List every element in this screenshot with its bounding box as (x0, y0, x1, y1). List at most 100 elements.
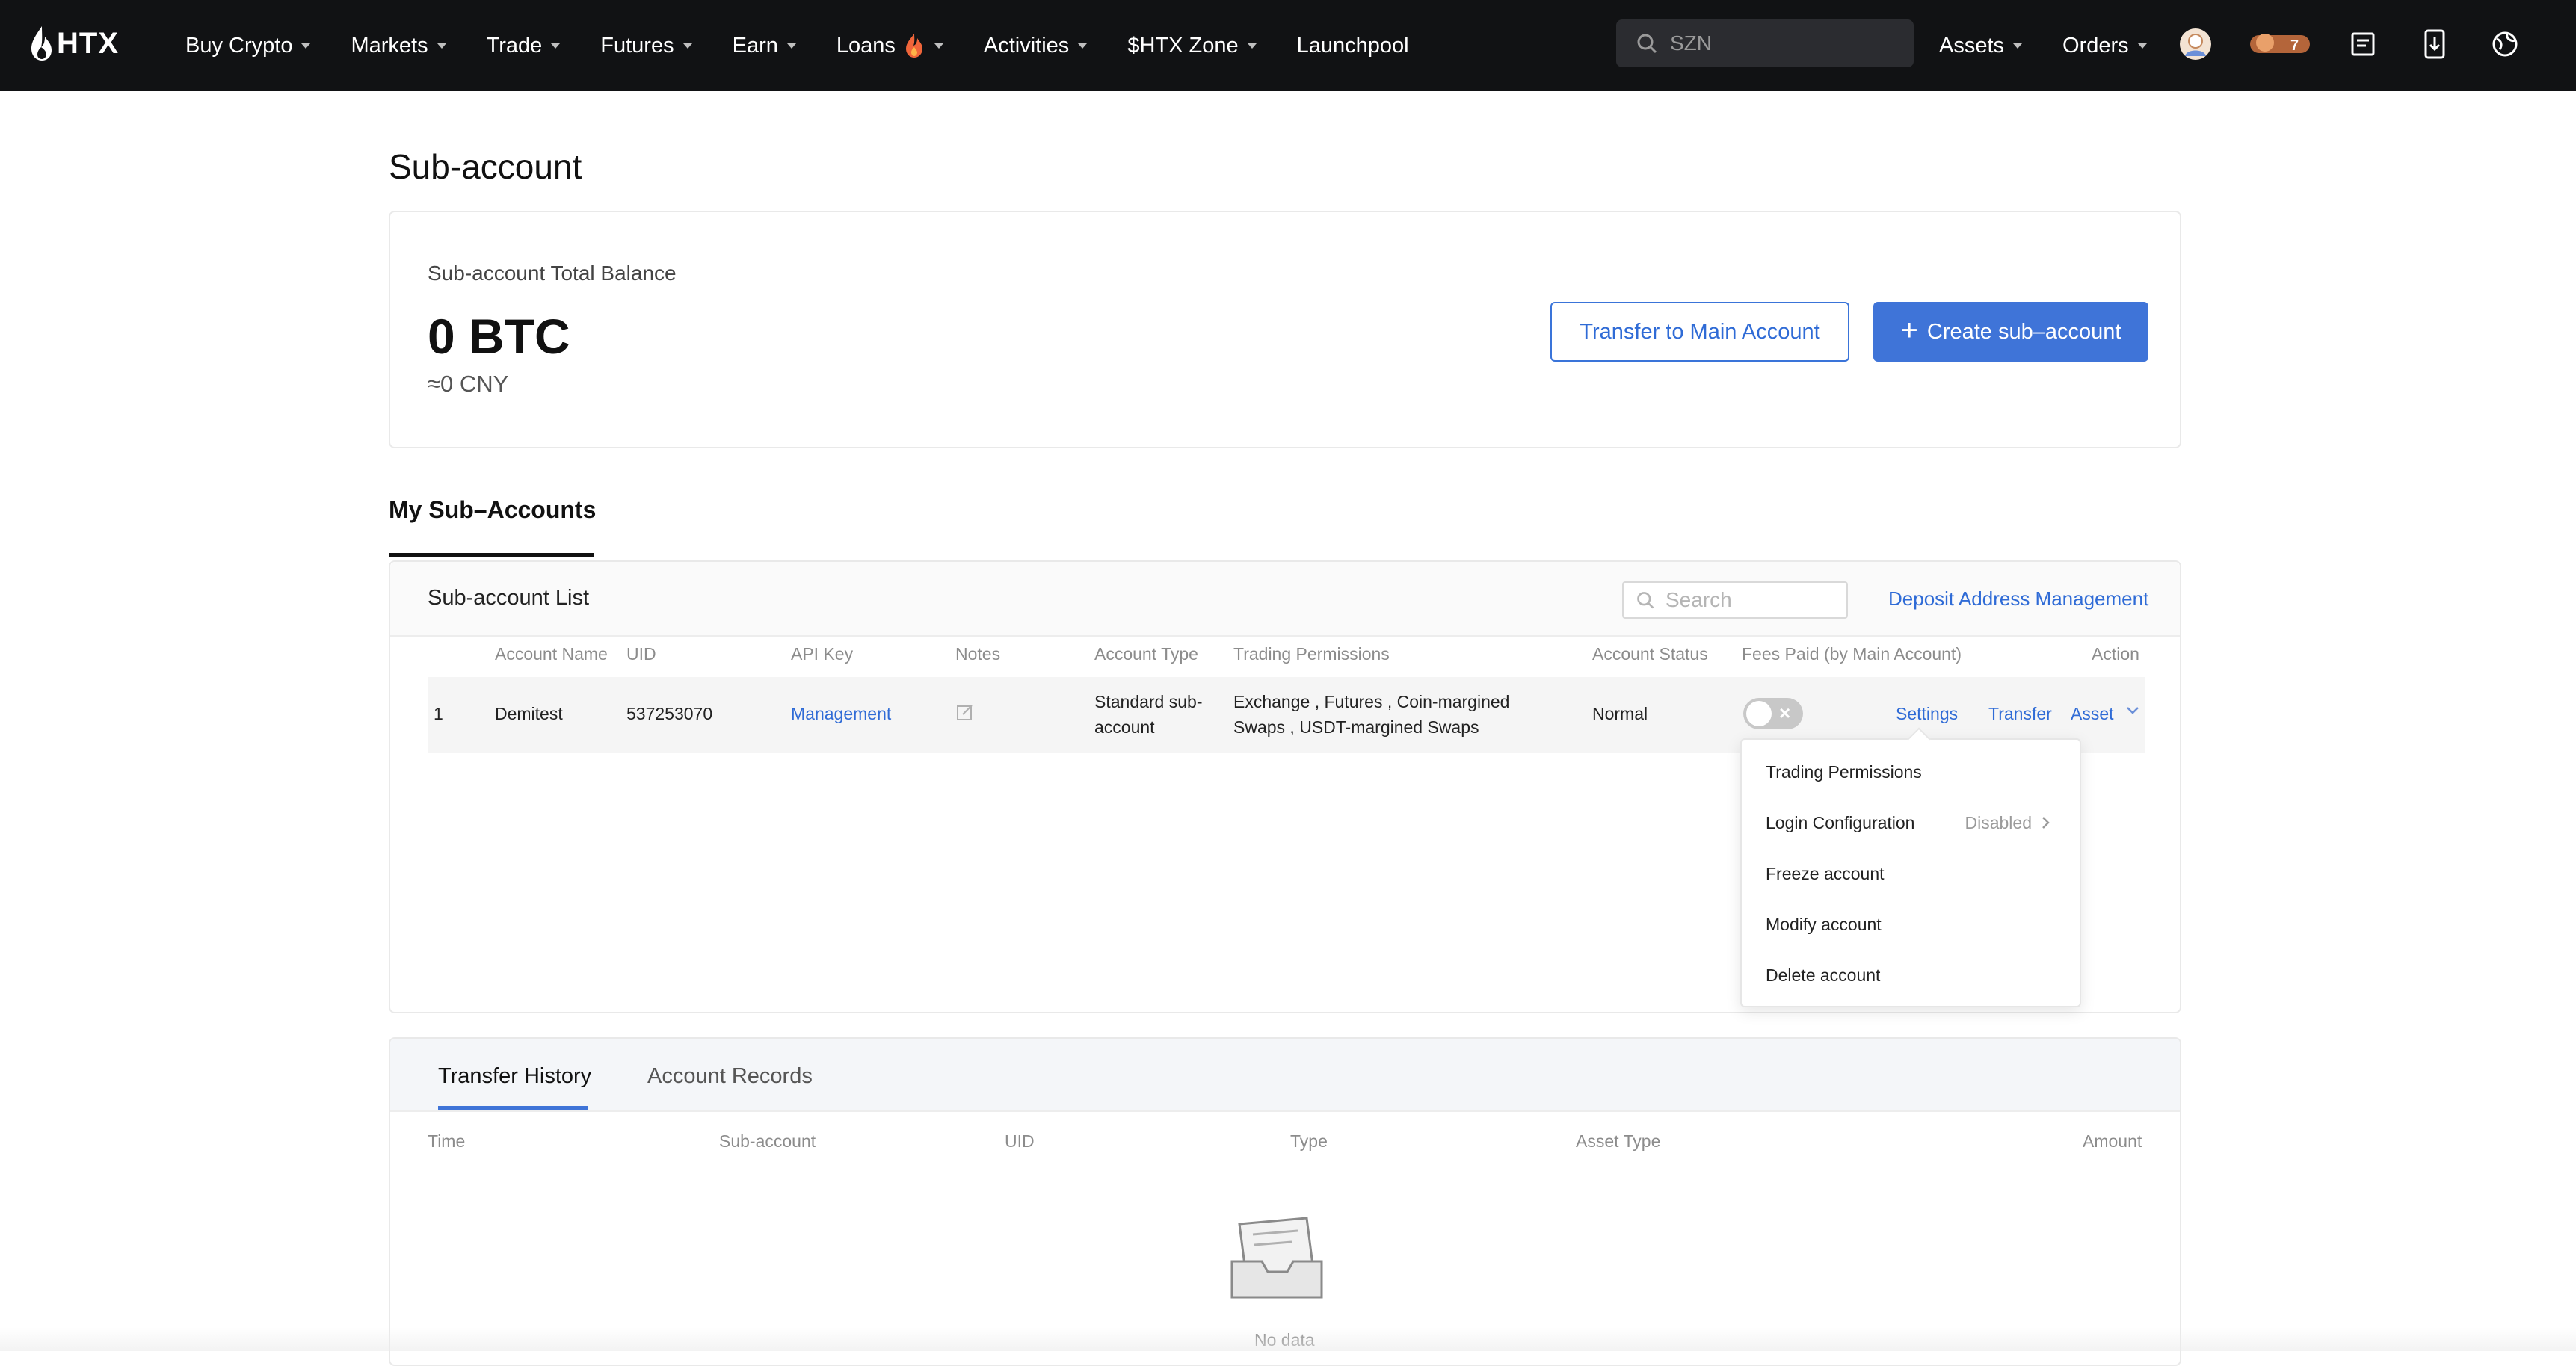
col-trading-permissions: Trading Permissions (1233, 644, 1390, 664)
edit-icon (957, 705, 973, 720)
row-index: 1 (434, 704, 443, 723)
badge-chip[interactable]: 7 (2247, 27, 2313, 61)
nav-right: Assets Orders (1939, 0, 2187, 91)
menu-modify-account[interactable]: Modify account (1766, 915, 1882, 935)
page-title: Sub-account (389, 147, 582, 186)
main-menu: Buy Crypto Markets Trade Futures Earn Lo… (185, 0, 1409, 91)
badge-count: 7 (2290, 37, 2299, 54)
menu-trade[interactable]: Trade (487, 34, 561, 58)
menu-label: Futures (600, 33, 674, 58)
api-key-management-link[interactable]: Management (791, 704, 891, 724)
asset-expand-button[interactable] (2124, 702, 2141, 723)
empty-state-text: No data (1254, 1330, 1315, 1350)
row-permissions-line2: Swaps , USDT-margined Swaps (1233, 717, 1479, 737)
caret-down-icon (2137, 43, 2147, 49)
tab-my-subaccounts[interactable]: My Sub–Accounts (389, 496, 596, 524)
plus-icon: + (1900, 314, 1918, 347)
login-config-status: Disabled (1965, 813, 2033, 832)
menu-label: Earn (732, 33, 778, 58)
menu-buy-crypto[interactable]: Buy Crypto (185, 34, 311, 58)
menu-activities[interactable]: Activities (983, 33, 1088, 58)
balance-label: Sub-account Total Balance (428, 262, 677, 285)
fees-paid-toggle[interactable]: × (1743, 698, 1803, 729)
create-subaccount-label: Create sub–account (1926, 319, 2121, 344)
search-icon (1637, 34, 1657, 54)
col-fees-paid: Fees Paid (by Main Account) (1742, 644, 1962, 664)
deposit-address-link[interactable]: Deposit Address Management (1888, 587, 2148, 611)
asset-action[interactable]: Asset (2071, 704, 2114, 724)
row-permissions-line1: Exchange , Futures , Coin-margined (1233, 692, 1510, 711)
htx-logo[interactable]: HTX (28, 21, 119, 66)
col-account-status: Account Status (1592, 644, 1708, 664)
tab-account-records[interactable]: Account Records (647, 1064, 813, 1089)
tab-transfer-history[interactable]: Transfer History (438, 1064, 591, 1089)
menu-freeze-account[interactable]: Freeze account (1766, 864, 1885, 884)
menu-trading-permissions[interactable]: Trading Permissions (1766, 762, 1922, 782)
col-asset-type: Asset Type (1576, 1131, 1661, 1151)
nav-search[interactable] (1616, 19, 1914, 67)
notes-icon (2351, 32, 2375, 56)
row-status: Normal (1592, 704, 1648, 723)
col-action: Action (2092, 644, 2139, 664)
edit-notes-button[interactable] (955, 702, 975, 726)
caret-down-icon (1078, 43, 1088, 49)
menu-launchpool[interactable]: Launchpool (1297, 34, 1409, 58)
toggle-knob (1746, 701, 1772, 726)
col-account-name: Account Name (495, 644, 608, 664)
language-button[interactable] (2488, 27, 2522, 61)
menu-orders[interactable]: Orders (2062, 34, 2147, 58)
flame-icon (905, 34, 922, 58)
col-uid: UID (626, 644, 656, 664)
menu-label: Assets (1939, 33, 2005, 58)
balance-value: 0 BTC (428, 309, 570, 364)
caret-down-icon (786, 43, 796, 49)
badge-icon: 7 (2250, 34, 2310, 54)
menu-markets[interactable]: Markets (351, 34, 446, 58)
menu-label: Activities (983, 33, 1070, 58)
subaccount-tabs: My Sub–Accounts (389, 496, 596, 557)
menu-htx-zone[interactable]: $HTX Zone (1127, 33, 1257, 58)
create-subaccount-button[interactable]: + Create sub–account (1873, 302, 2148, 362)
menu-label: $HTX Zone (1127, 33, 1239, 58)
history-tabbar: Transfer History Account Records (390, 1039, 2180, 1112)
row-account-type-line1: Standard sub- (1094, 692, 1203, 711)
menu-delete-account[interactable]: Delete account (1766, 965, 1880, 986)
caret-down-icon (934, 43, 943, 49)
top-nav: HTX Buy Crypto Markets Trade Futures Ear… (0, 0, 2576, 91)
col-api-key: API Key (791, 644, 854, 664)
list-search-input[interactable] (1664, 587, 1846, 613)
menu-label: Markets (351, 33, 428, 58)
menu-futures[interactable]: Futures (600, 33, 692, 58)
menu-earn[interactable]: Earn (733, 34, 796, 58)
empty-inbox-icon (1230, 1217, 1323, 1299)
caret-down-icon (1247, 43, 1257, 49)
nav-search-input[interactable] (1668, 31, 1911, 56)
col-sub-account: Sub-account (719, 1131, 816, 1151)
avatar-icon (2180, 28, 2211, 60)
transfer-to-main-button[interactable]: Transfer to Main Account (1550, 302, 1849, 362)
settings-dropdown: Trading Permissions Login Configuration … (1740, 727, 2081, 1007)
col-time: Time (428, 1131, 466, 1151)
download-button[interactable] (2418, 27, 2452, 61)
transfer-action[interactable]: Transfer (1988, 704, 2052, 724)
settings-action[interactable]: Settings (1896, 704, 1958, 724)
balance-approx: ≈0 CNY (428, 371, 509, 397)
list-header: Sub-account List Deposit Address Managem… (390, 562, 2180, 637)
menu-assets[interactable]: Assets (1939, 33, 2023, 58)
history-card: Transfer History Account Records Time Su… (389, 1037, 2181, 1366)
menu-loans[interactable]: Loans (836, 33, 943, 58)
search-icon (1637, 592, 1654, 609)
avatar[interactable] (2178, 27, 2213, 61)
col-type: Type (1290, 1131, 1328, 1151)
row-account-type-line2: account (1094, 717, 1155, 737)
notes-button[interactable] (2346, 27, 2380, 61)
caret-down-icon (551, 43, 561, 49)
col-account-type: Account Type (1094, 644, 1198, 664)
col-notes: Notes (955, 644, 1001, 664)
menu-label: Orders (2062, 33, 2129, 58)
menu-login-configuration[interactable]: Login Configuration (1766, 813, 1914, 833)
tab-active-indicator (438, 1106, 588, 1110)
list-search[interactable] (1622, 581, 1848, 619)
col-amount: Amount (2083, 1131, 2142, 1151)
caret-down-icon (301, 43, 311, 49)
